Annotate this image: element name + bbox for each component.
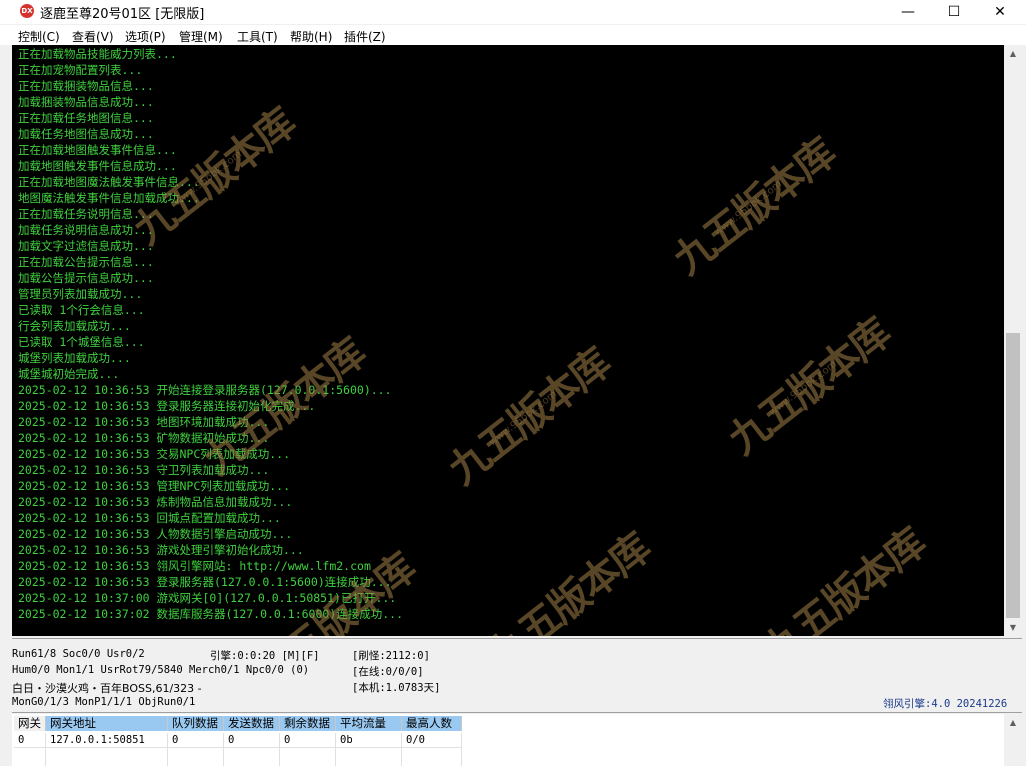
engine-version: 翎风引擎:4.0 20241226 — [883, 698, 1008, 710]
menu-manage[interactable]: 管理(M) — [179, 28, 223, 45]
divider — [12, 712, 1022, 713]
menu-tools[interactable]: 工具(T) — [237, 28, 278, 45]
status-uptime: [本机:1.0783天] — [352, 682, 441, 694]
log-line: 正在加载公告提示信息... — [18, 255, 154, 269]
table-cell[interactable]: 0 — [280, 733, 336, 748]
status-run: Run61/8 Soc0/0 Usr0/2 — [12, 648, 145, 660]
menu-help[interactable]: 帮助(H) — [290, 28, 332, 45]
table-cell[interactable]: 0/0 — [402, 733, 462, 748]
log-console[interactable]: 2025-02-12 10:37:02 数据库服务器(127.0.0.1:600… — [12, 45, 1004, 636]
log-line: 加载公告提示信息成功... — [18, 271, 154, 285]
table-cell[interactable]: 0 — [168, 733, 224, 748]
console-scrollbar[interactable]: ▲ ▼ — [1004, 45, 1022, 636]
table-cell[interactable]: 0b — [336, 733, 402, 748]
scroll-thumb[interactable] — [1006, 333, 1020, 618]
log-line: 加载文字过滤信息成功... — [18, 239, 154, 253]
status-boss: 白日・沙漠火鸡・百年BOSS,61/323 - — [12, 682, 202, 695]
log-line: 加载任务地图信息成功... — [18, 127, 154, 141]
log-line: 行会列表加载成功... — [18, 319, 131, 333]
log-line: 加载地图触发事件信息成功... — [18, 159, 177, 173]
app-icon: DX — [20, 4, 34, 18]
log-line: 正在加载捆装物品信息... — [18, 79, 154, 93]
empty-cell — [402, 748, 462, 766]
watermark-logo: 九五版本库 — [479, 524, 659, 636]
divider — [12, 638, 1022, 639]
log-line: 2025-02-12 10:36:53 炼制物品信息加载成功... — [18, 495, 293, 509]
log-line: 城堡列表加载成功... — [18, 351, 131, 365]
log-line: 正在加载任务地图信息... — [18, 111, 154, 125]
log-line: 城堡城初始完成... — [18, 367, 120, 381]
log-line: 2025-02-12 10:36:53 回城点配置加载成功... — [18, 511, 281, 525]
menu-bar: 控制(C) 查看(V) 选项(P) 管理(M) 工具(T) 帮助(H) 插件(Z… — [0, 25, 1026, 45]
table-cell[interactable]: 127.0.0.1:50851 — [46, 733, 168, 748]
maximize-button[interactable]: ☐ — [931, 0, 977, 24]
empty-cell — [280, 748, 336, 766]
menu-plugins[interactable]: 插件(Z) — [344, 28, 386, 45]
log-line: 正在加宠物配置列表... — [18, 63, 143, 77]
status-mon: MonG0/1/3 MonP1/1/1 ObjRun0/1 — [12, 696, 196, 708]
scroll-up-icon[interactable]: ▲ — [1004, 45, 1022, 62]
log-line: 正在加载地图触发事件信息... — [18, 143, 177, 157]
empty-cell — [168, 748, 224, 766]
minimize-button[interactable]: — — [885, 0, 931, 24]
status-engine: 引擎:0:0:20 [M][F] — [210, 650, 320, 662]
menu-view[interactable]: 查看(V) — [72, 28, 114, 45]
col-header-sent[interactable]: 发送数据 — [224, 716, 280, 731]
log-line: 正在加载物品技能威力列表... — [18, 47, 177, 61]
table-scrollbar[interactable]: ▲ — [1004, 714, 1022, 766]
scroll-down-icon[interactable]: ▼ — [1004, 619, 1022, 636]
col-header-max[interactable]: 最高人数 — [402, 716, 462, 731]
empty-cell — [46, 748, 168, 766]
empty-cell — [14, 748, 46, 766]
log-line: 2025-02-12 10:36:53 管理NPC列表加载成功... — [18, 479, 291, 493]
log-line: 已读取 1个城堡信息... — [18, 335, 145, 349]
col-header-gateway[interactable]: 网关 — [14, 716, 46, 731]
col-header-remain[interactable]: 剩余数据 — [280, 716, 336, 731]
title-bar: DX 逐鹿至尊20号01区 [无限版] — ☐ ✕ — [0, 0, 1026, 24]
table-cell[interactable]: 0 — [224, 733, 280, 748]
log-line: 管理员列表加载成功... — [18, 287, 143, 301]
log-line: 加载捆装物品信息成功... — [18, 95, 154, 109]
log-line: 已读取 1个行会信息... — [18, 303, 145, 317]
log-line: 2025-02-12 10:36:53 翎风引擎网站: http://www.l… — [18, 559, 371, 573]
empty-cell — [224, 748, 280, 766]
log-line: 2025-02-12 10:36:53 游戏处理引擎初始化成功... — [18, 543, 304, 557]
scroll-up-icon[interactable]: ▲ — [1004, 714, 1022, 731]
menu-options[interactable]: 选项(P) — [125, 28, 166, 45]
status-spawn: [刷怪:2112:0] — [352, 650, 430, 662]
col-header-address[interactable]: 网关地址 — [46, 716, 168, 731]
log-line: 2025-02-12 10:36:53 人物数据引擎启动成功... — [18, 527, 293, 541]
menu-control[interactable]: 控制(C) — [18, 28, 60, 45]
close-button[interactable]: ✕ — [977, 0, 1023, 24]
gateway-table[interactable]: 网关 网关地址 队列数据 发送数据 剩余数据 平均流量 最高人数 0 127.0… — [12, 714, 1004, 766]
status-hum: Hum0/0 Mon1/1 UsrRot79/5840 Merch0/1 Npc… — [12, 664, 310, 676]
status-online: [在线:0/0/0] — [352, 666, 424, 678]
col-header-avg[interactable]: 平均流量 — [336, 716, 402, 731]
watermark-logo: 九五版本库 — [754, 519, 934, 636]
window-title: 逐鹿至尊20号01区 [无限版] — [40, 7, 205, 22]
col-header-queue[interactable]: 队列数据 — [168, 716, 224, 731]
empty-cell — [336, 748, 402, 766]
table-cell[interactable]: 0 — [14, 733, 46, 748]
